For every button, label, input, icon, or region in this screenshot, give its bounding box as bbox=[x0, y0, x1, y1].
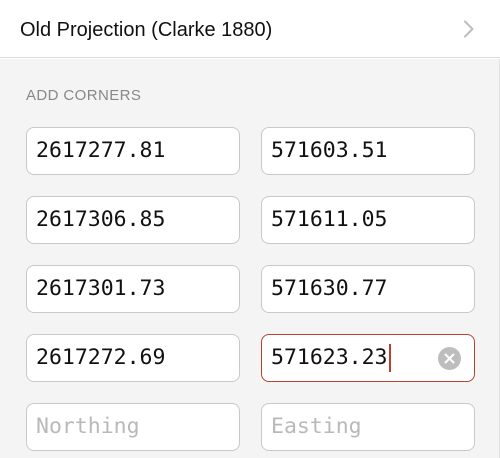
easting-value-2: 571611.05 bbox=[271, 207, 388, 233]
section-label: ADD CORNERS bbox=[26, 87, 142, 104]
projection-row[interactable]: Old Projection (Clarke 1880) bbox=[0, 0, 500, 58]
easting-placeholder: Easting bbox=[271, 414, 362, 440]
projection-title: Old Projection (Clarke 1880) bbox=[20, 18, 273, 41]
easting-value-1: 571603.51 bbox=[271, 138, 388, 164]
easting-value-4: 571623.23 bbox=[271, 345, 388, 371]
corners-section: ADD CORNERS 2617277.81 571603.51 2617306… bbox=[0, 59, 500, 458]
clear-circle-icon[interactable] bbox=[438, 347, 461, 370]
northing-value-2: 2617306.85 bbox=[36, 207, 166, 233]
text-caret bbox=[388, 344, 391, 372]
northing-value-4: 2617272.69 bbox=[36, 345, 166, 371]
easting-input[interactable]: Easting bbox=[261, 403, 475, 451]
northing-value-1: 2617277.81 bbox=[36, 138, 166, 164]
northing-field-2[interactable]: 2617306.85 bbox=[26, 196, 240, 244]
northing-field-4[interactable]: 2617272.69 bbox=[26, 334, 240, 382]
easting-field-1[interactable]: 571603.51 bbox=[261, 127, 475, 175]
northing-field-1[interactable]: 2617277.81 bbox=[26, 127, 240, 175]
easting-value-3: 571630.77 bbox=[271, 276, 388, 302]
northing-value-3: 2617301.73 bbox=[36, 276, 166, 302]
northing-field-3[interactable]: 2617301.73 bbox=[26, 265, 240, 313]
easting-field-4-active[interactable]: 571623.23 bbox=[261, 334, 475, 382]
northing-input[interactable]: Northing bbox=[26, 403, 240, 451]
easting-field-3[interactable]: 571630.77 bbox=[261, 265, 475, 313]
chevron-right-icon bbox=[458, 18, 480, 40]
easting-field-2[interactable]: 571611.05 bbox=[261, 196, 475, 244]
northing-placeholder: Northing bbox=[36, 414, 140, 440]
